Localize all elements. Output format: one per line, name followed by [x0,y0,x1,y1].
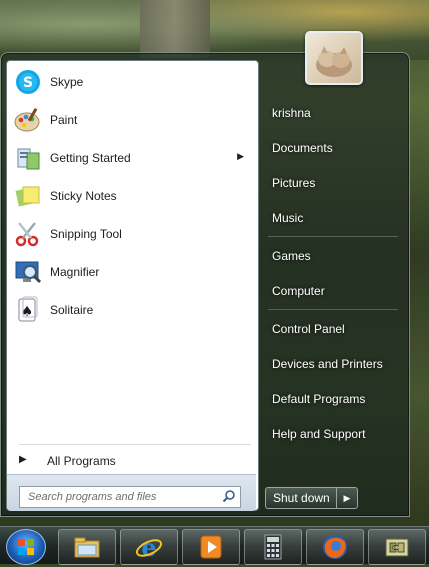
programs-pane: S Skype Paint Getting Started ▶ Sticky N [6,60,259,511]
right-item-pictures[interactable]: Pictures [263,170,403,196]
program-label: Snipping Tool [50,227,122,241]
divider [268,309,398,310]
skype-icon: S [16,70,40,94]
media-player-icon [200,535,222,559]
program-label: Paint [50,113,78,127]
program-label: Magnifier [50,265,100,279]
right-item-label: Help and Support [272,427,366,441]
svg-text:S: S [23,75,33,91]
snipping-tool-icon [15,222,39,247]
right-item-label: Computer [272,284,325,298]
all-programs-label: All Programs [47,454,116,468]
right-item-label: Control Panel [272,322,345,336]
windows-explorer-icon [74,537,100,558]
right-item-computer[interactable]: Computer [263,278,403,304]
shutdown-options-button[interactable]: ▶ [336,487,358,509]
program-label: Skype [50,75,84,89]
start-orb-button[interactable] [6,529,46,565]
program-snipping-tool[interactable]: Snipping Tool [7,216,256,252]
taskbar-button-firefox[interactable] [306,529,364,565]
program-getting-started[interactable]: Getting Started ▶ [7,140,256,176]
shutdown-button[interactable]: Shut down [265,487,337,509]
taskbar-button-calculator[interactable] [244,529,302,565]
program-magnifier[interactable]: Magnifier [7,254,256,290]
program-label: Solitaire [50,303,94,317]
shutdown-label: Shut down [273,491,330,505]
program-solitaire[interactable]: ♠ Solitaire [7,292,256,328]
right-item-label: Documents [272,141,333,155]
right-item-default-programs[interactable]: Default Programs [263,386,403,412]
internet-explorer-icon: e [135,533,163,561]
all-programs-button[interactable]: ▶ All Programs [7,448,256,474]
windows-logo-icon [18,539,34,555]
sticky-notes-icon [15,186,40,207]
program-paint[interactable]: Paint [7,102,256,138]
program-label: Getting Started [50,151,131,165]
right-item-label: krishna [272,106,311,120]
right-item-label: Devices and Printers [272,357,383,371]
right-item-label: Pictures [272,176,316,190]
program-skype[interactable]: S Skype [7,64,256,100]
taskbar-button-app[interactable] [368,529,426,565]
search-box[interactable] [19,486,241,508]
taskbar-button-explorer[interactable] [58,529,116,565]
right-item-label: Default Programs [272,392,366,406]
search-area [7,474,256,511]
desktop-background-castle [140,0,210,58]
taskbar-button-media-player[interactable] [182,529,240,565]
expand-arrow-icon: ▶ [19,454,27,465]
puzzle-app-icon [385,538,409,557]
user-avatar[interactable] [305,31,363,85]
right-item-label: Games [272,249,311,263]
calculator-icon [264,534,282,560]
divider [268,236,398,237]
taskbar-button-ie[interactable]: e [120,529,178,565]
program-label: Sticky Notes [50,189,117,203]
divider [19,444,251,445]
right-item-label: Music [272,211,304,225]
right-item-control-panel[interactable]: Control Panel [263,316,403,342]
getting-started-icon [17,148,40,170]
right-item-documents[interactable]: Documents [263,135,403,161]
submenu-arrow-icon[interactable]: ▶ [237,151,244,162]
right-item-games[interactable]: Games [263,243,403,269]
search-icon[interactable] [222,489,236,503]
right-item-user[interactable]: krishna [263,100,403,126]
right-item-music[interactable]: Music [263,205,403,231]
right-item-help-support[interactable]: Help and Support [263,421,403,447]
magnifier-icon [15,261,42,284]
paint-icon [14,107,40,132]
right-item-devices-printers[interactable]: Devices and Printers [263,351,403,377]
firefox-icon [323,535,347,559]
svg-text:e: e [141,533,156,561]
desktop-background [0,0,429,60]
search-input[interactable] [26,488,210,506]
solitaire-icon: ♠ [18,296,38,322]
chevron-right-icon: ▶ [343,493,351,503]
program-sticky-notes[interactable]: Sticky Notes [7,178,256,214]
